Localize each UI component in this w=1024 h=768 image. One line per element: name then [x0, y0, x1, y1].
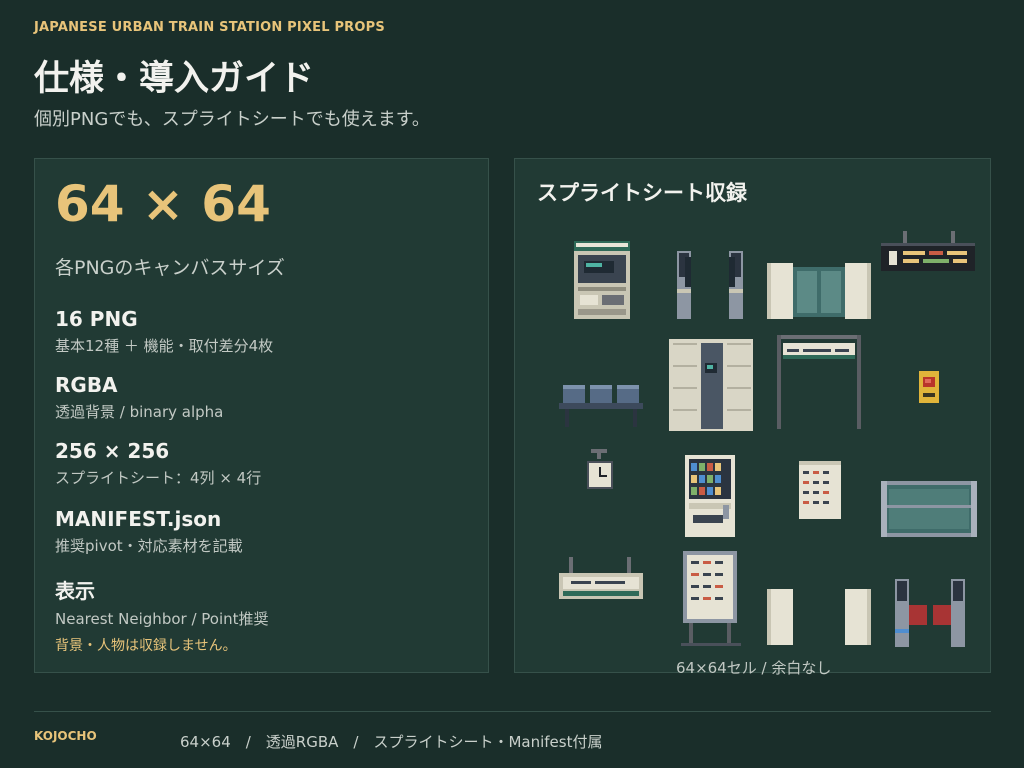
bench-sprite	[559, 385, 643, 427]
canvas-size-note: 各PNGのキャンバスサイズ	[55, 257, 285, 279]
eyebrow-label: JAPANESE URBAN TRAIN STATION PIXEL PROPS	[34, 20, 385, 35]
spec-item-png-count: 16 PNG 基本12種 ＋ 機能・取付差分4枚	[55, 307, 273, 356]
spec-title: MANIFEST.json	[55, 507, 222, 531]
sprite-sheet-panel: スプライトシート収録 64×64セル / 余白なし	[514, 158, 991, 677]
canvas-size: 64 × 64	[55, 175, 271, 233]
spec-desc: スプライトシート：4列 × 4行	[55, 469, 262, 487]
footer-divider	[34, 711, 991, 712]
station-clock-sprite	[587, 449, 613, 489]
spec-desc: Nearest Neighbor / Point推奨	[55, 610, 269, 628]
pillar-sprite	[767, 589, 871, 645]
departure-board-sprite	[881, 231, 975, 271]
spec-item-manifest: MANIFEST.json 推奨pivot・対応素材を記載	[55, 507, 243, 556]
cell-note: 64×64セル / 余白なし	[676, 659, 832, 677]
hanging-sign-frame-sprite	[777, 335, 861, 429]
ceiling-sign-sprite	[559, 557, 643, 599]
spec-title: 256 × 256	[55, 439, 170, 463]
spec-item-sheet-size: 256 × 256 スプライトシート：4列 × 4行	[55, 439, 261, 488]
glass-fence-sprite	[881, 481, 977, 537]
glass-partition-sprite	[767, 263, 871, 319]
page-title: 仕様・導入ガイド	[34, 59, 315, 99]
exclusion-note: 背景・人物は収録しません。	[55, 638, 237, 654]
ticket-gate-sprite	[677, 251, 743, 319]
specs-panel: 64 × 64 各PNGのキャンバスサイズ 16 PNG 基本12種 ＋ 機能・…	[34, 158, 489, 673]
page-subtitle: 個別PNGでも、スプライトシートでも使えます。	[34, 109, 430, 130]
standing-timetable-sprite	[681, 551, 741, 646]
footer-summary: 64×64 / 透過RGBA / スプライトシート・Manifest付属	[180, 733, 603, 751]
ic-gate-sprite	[895, 579, 965, 647]
ticket-machine-sprite	[574, 241, 630, 319]
spec-desc: 透過背景 / binary alpha	[55, 403, 224, 421]
footer-brand: KOJOCHO	[34, 729, 97, 743]
spec-item-rgba: RGBA 透過背景 / binary alpha	[55, 373, 223, 422]
spec-title: 表示	[55, 579, 95, 603]
sprite-sheet-preview	[559, 231, 977, 647]
spec-title: RGBA	[55, 373, 118, 397]
spec-title: 16 PNG	[55, 307, 138, 331]
coin-locker-sprite	[669, 339, 753, 431]
spec-desc: 基本12種 ＋ 機能・取付差分4枚	[55, 337, 274, 355]
spec-item-display: 表示 Nearest Neighbor / Point推奨	[55, 575, 269, 629]
timetable-sprite	[799, 461, 841, 519]
vending-machine-sprite	[685, 455, 735, 537]
emergency-button-sprite	[919, 371, 939, 403]
spec-desc: 推奨pivot・対応素材を記載	[55, 537, 243, 555]
